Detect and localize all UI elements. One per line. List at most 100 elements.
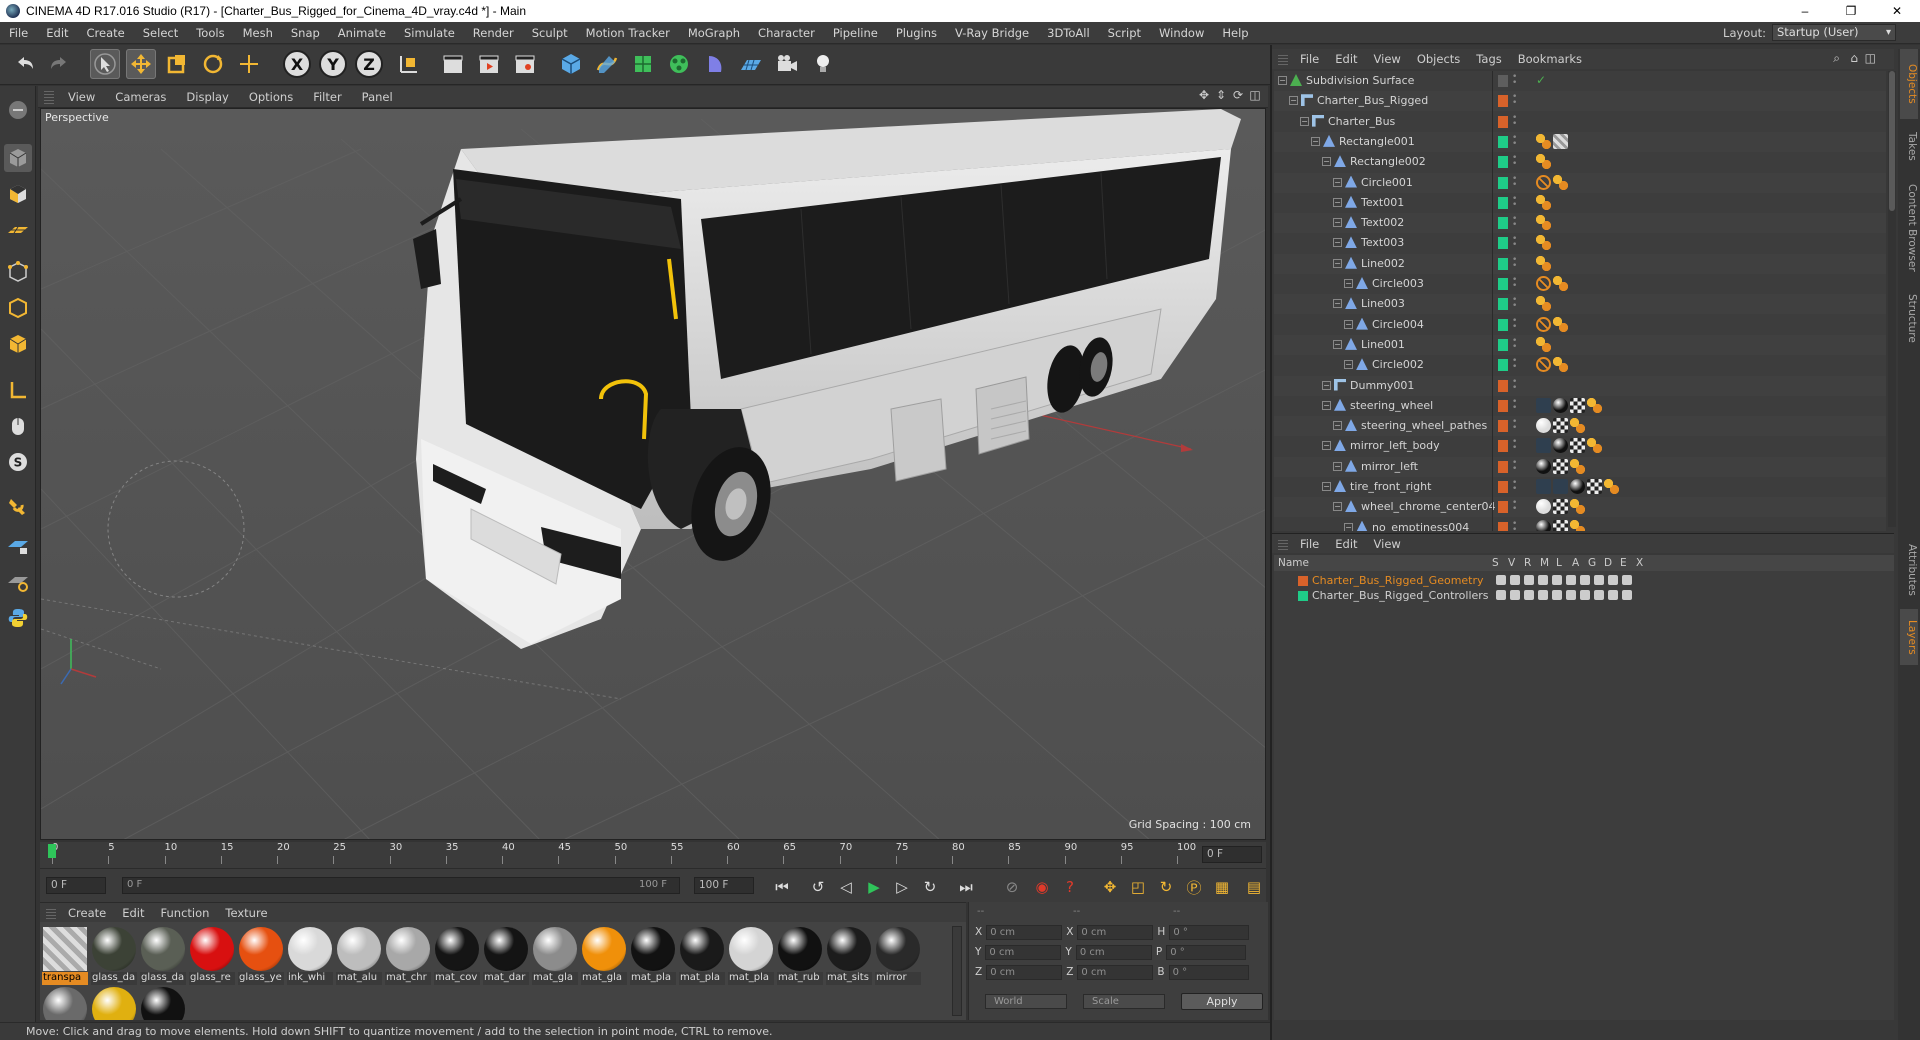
menu-file[interactable]: File [0, 26, 37, 40]
search-icon[interactable]: ⌕ [1833, 51, 1840, 66]
layer-name[interactable]: Charter_Bus_Rigged_Controllers [1312, 589, 1489, 602]
object-row[interactable]: − Line001 • • [1274, 334, 1886, 355]
tab-takes[interactable]: Takes [1900, 121, 1918, 171]
next-frame-button[interactable]: ▷ [890, 875, 914, 899]
position-y-field[interactable]: 0 cm [985, 944, 1062, 960]
pla-key-button[interactable]: ▦ [1210, 875, 1234, 899]
ik-tag-icon[interactable] [1536, 255, 1551, 271]
parameter-key-button[interactable]: Ⓟ [1182, 875, 1206, 899]
material-swatch[interactable] [140, 986, 186, 1020]
chk-tag-icon[interactable] [1553, 499, 1568, 515]
object-name[interactable]: Text003 [1361, 236, 1404, 249]
home-icon[interactable]: ⌂ [1850, 51, 1858, 65]
tweak-mode-button[interactable] [4, 412, 32, 440]
object-name[interactable]: Circle003 [1372, 277, 1424, 290]
object-name[interactable]: Charter_Bus [1328, 115, 1395, 128]
ik-tag-icon[interactable] [1587, 438, 1602, 454]
material-swatch[interactable]: mat_cov [434, 926, 480, 985]
ik-tag-icon[interactable] [1570, 418, 1585, 434]
phong-tag-icon[interactable] [1536, 397, 1551, 413]
ik-tag-icon[interactable] [1604, 479, 1619, 494]
object-row[interactable]: − Text003 • • [1274, 233, 1886, 253]
tree-expander-icon[interactable]: − [1289, 96, 1298, 106]
position-z-field[interactable]: 0 cm [986, 964, 1063, 980]
material-swatch[interactable]: glass_da [140, 926, 186, 985]
layer-color-chip[interactable] [1498, 379, 1508, 392]
layer-row[interactable]: Charter_Bus_Rigged_Geometry [1274, 573, 1894, 588]
object-row[interactable]: − no_emptiness004 • • [1274, 518, 1886, 531]
object-name[interactable]: Rectangle001 [1339, 135, 1415, 148]
tree-expander-icon[interactable]: − [1333, 197, 1342, 207]
model-mode-button[interactable] [4, 144, 32, 172]
ik-tag-icon[interactable] [1570, 519, 1585, 531]
tree-expander-icon[interactable]: − [1322, 441, 1331, 451]
ik-tag-icon[interactable] [1553, 174, 1568, 190]
coord-scale-dropdown[interactable]: Scale [1083, 994, 1165, 1009]
material-scrollbar[interactable] [952, 926, 962, 1016]
layers-menu-view[interactable]: View [1366, 537, 1409, 551]
layer-color-chip[interactable] [1498, 420, 1508, 433]
make-editable-button[interactable] [4, 96, 32, 124]
layers-menu-edit[interactable]: Edit [1327, 537, 1365, 551]
material-swatch[interactable] [91, 986, 137, 1020]
menu-animate[interactable]: Animate [329, 26, 395, 40]
maximize-view-icon[interactable]: ◫ [1248, 88, 1262, 104]
layer-color-chip[interactable] [1498, 298, 1508, 311]
tree-expander-icon[interactable]: − [1333, 218, 1342, 228]
object-name[interactable]: mirror_left_body [1350, 439, 1440, 452]
object-row[interactable]: − Charter_Bus • • [1274, 112, 1886, 132]
tree-expander-icon[interactable]: − [1333, 258, 1342, 268]
3d-viewport[interactable]: Perspective Grid Spacing : 100 cm [40, 108, 1266, 840]
scale-tool-button[interactable] [162, 49, 192, 79]
visibility-dots-icon[interactable]: • • [1512, 255, 1518, 270]
zoom-view-icon[interactable]: ⇕ [1214, 88, 1228, 104]
layer-color-chip[interactable] [1498, 237, 1508, 250]
rotation-key-button[interactable]: ↻ [1154, 875, 1178, 899]
apply-button[interactable]: Apply [1181, 993, 1263, 1010]
material-swatch[interactable]: mat_gla [581, 926, 627, 985]
ik-tag-icon[interactable] [1536, 336, 1551, 352]
polygons-mode-button[interactable] [4, 330, 32, 358]
ik-tag-icon[interactable] [1536, 133, 1551, 149]
viewport-menu-cameras[interactable]: Cameras [105, 90, 176, 104]
layer-color-chip[interactable] [1498, 460, 1508, 473]
menu-mograph[interactable]: MoGraph [679, 26, 749, 40]
render-settings-button[interactable] [510, 49, 540, 79]
visibility-dots-icon[interactable]: • • [1512, 296, 1518, 311]
menu-plugins[interactable]: Plugins [887, 26, 946, 40]
timeline-ruler[interactable]: 0510152025303540455055606570758085909510… [40, 842, 1266, 868]
prev-key-button[interactable]: ↺ [806, 875, 830, 899]
tree-expander-icon[interactable]: − [1333, 299, 1342, 309]
ik-tag-icon[interactable] [1536, 296, 1551, 312]
material-swatch[interactable]: mat_dar [483, 926, 529, 985]
object-row[interactable]: − wheel_chrome_center04 • • [1274, 497, 1886, 518]
visibility-dots-icon[interactable]: • • [1512, 93, 1518, 108]
z-axis-lock-button[interactable]: Z [354, 49, 384, 79]
tab-attributes[interactable]: Attributes [1900, 533, 1918, 607]
layer-color-chip[interactable] [1498, 318, 1508, 331]
current-frame-field[interactable]: 0 F [1202, 846, 1262, 863]
record-keys-button[interactable]: ⊘ [1000, 875, 1024, 899]
visibility-dots-icon[interactable]: • • [1512, 215, 1518, 230]
visibility-dots-icon[interactable]: • • [1512, 377, 1518, 392]
live-selection-button[interactable] [90, 49, 120, 79]
tree-expander-icon[interactable]: − [1333, 461, 1342, 471]
menu-snap[interactable]: Snap [282, 26, 329, 40]
layer-color-chip[interactable] [1498, 115, 1508, 128]
black-tag-icon[interactable] [1536, 519, 1551, 531]
layer-color-chip[interactable] [1498, 338, 1508, 351]
phong-tag-icon[interactable] [1553, 479, 1568, 494]
material-menu-texture[interactable]: Texture [217, 906, 275, 920]
object-tree-scrollbar[interactable] [1888, 71, 1896, 527]
coord-mode-dropdown[interactable]: World [985, 994, 1067, 1009]
object-name[interactable]: Line003 [1361, 297, 1405, 310]
play-button[interactable]: ▶ [862, 875, 886, 899]
visibility-dots-icon[interactable]: • • [1512, 336, 1518, 351]
tree-expander-icon[interactable]: − [1322, 400, 1331, 410]
scale-key-button[interactable]: ◰ [1126, 875, 1150, 899]
visibility-dots-icon[interactable]: • • [1512, 438, 1518, 453]
rotate-view-icon[interactable]: ⟳ [1231, 88, 1245, 104]
planar-workplane-button[interactable] [4, 568, 32, 596]
menu-3dtoall[interactable]: 3DToAll [1038, 26, 1099, 40]
tree-expander-icon[interactable]: − [1333, 502, 1342, 512]
